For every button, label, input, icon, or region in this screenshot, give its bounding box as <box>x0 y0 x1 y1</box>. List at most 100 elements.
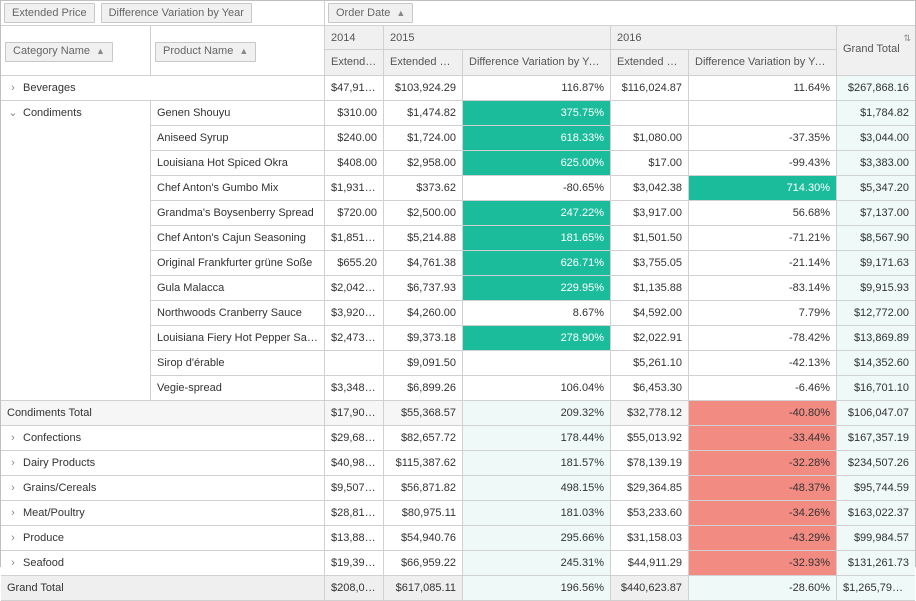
product-cell[interactable]: Chef Anton's Cajun Seasoning <box>151 226 325 251</box>
col-2016[interactable]: 2016 <box>611 26 837 50</box>
category-cell[interactable]: ›Produce <box>1 526 325 551</box>
pill-diff-variation[interactable]: Difference Variation by Year <box>101 3 252 23</box>
val: $3,755.05 <box>611 251 689 276</box>
category-cell[interactable]: ⌄ Condiments <box>1 101 151 401</box>
val: 245.31% <box>463 551 611 576</box>
table-row: Sirop d'érable$9,091.50$5,261.10-42.13%$… <box>151 351 915 376</box>
col-grand-total-label: Grand Total <box>843 43 900 55</box>
product-cell[interactable]: Vegie-spread <box>151 376 325 401</box>
row-seafood: ›Seafood$19,391.22$66,959.22245.31%$44,9… <box>1 551 915 576</box>
val <box>611 101 689 126</box>
col-2016-diff[interactable]: Difference Variation by Year <box>689 50 837 76</box>
expand-icon[interactable]: › <box>7 479 19 497</box>
row-field-product[interactable]: Product Name ▲ <box>151 26 325 76</box>
val-gt: $131,261.73 <box>837 551 915 576</box>
category-cell[interactable]: ›Grains/Cereals <box>1 476 325 501</box>
val-gt: $7,137.00 <box>837 201 915 226</box>
val-gt: $1,784.82 <box>837 101 915 126</box>
product-cell[interactable]: Louisiana Hot Spiced Okra <box>151 151 325 176</box>
product-cell[interactable]: Gula Malacca <box>151 276 325 301</box>
category-cell[interactable]: ›Seafood <box>1 551 325 576</box>
table-row: Vegie-spread$3,348.54$6,899.26106.04%$6,… <box>151 376 915 401</box>
val: $28,813.66 <box>325 501 384 526</box>
expand-icon[interactable]: › <box>7 454 19 472</box>
val: -6.46% <box>689 376 837 401</box>
table-row: Chef Anton's Cajun Seasoning$1,851.52$5,… <box>151 226 915 251</box>
col-2016-ext[interactable]: Extended Price <box>611 50 689 76</box>
val: $4,761.38 <box>384 251 463 276</box>
val: -28.60% <box>689 576 837 601</box>
val: -42.13% <box>689 351 837 376</box>
pill-order-date[interactable]: Order Date ▲ <box>328 3 413 23</box>
val: $373.62 <box>384 176 463 201</box>
val: $1,501.50 <box>611 226 689 251</box>
column-field-drop[interactable]: Order Date ▲ <box>325 1 915 26</box>
filter-icon[interactable]: ⇅ <box>903 31 911 45</box>
collapse-icon[interactable]: ⌄ <box>7 104 19 122</box>
col-2015-ext[interactable]: Extended Price <box>384 50 463 76</box>
col-2015-diff[interactable]: Difference Variation by Year <box>463 50 611 76</box>
val-gt: $3,383.00 <box>837 151 915 176</box>
val: -43.29% <box>689 526 837 551</box>
category-cell[interactable]: ›Dairy Products <box>1 451 325 476</box>
expand-icon[interactable]: › <box>7 79 19 97</box>
val-gt: $163,022.37 <box>837 501 915 526</box>
product-cell[interactable]: Chef Anton's Gumbo Mix <box>151 176 325 201</box>
expand-icon[interactable]: › <box>7 429 19 447</box>
val: $2,500.00 <box>384 201 463 226</box>
other-categories: ›Confections$29,685.55$82,657.72178.44%$… <box>1 426 915 576</box>
category-cell[interactable]: ›Confections <box>1 426 325 451</box>
val-gt: $9,171.63 <box>837 251 915 276</box>
product-cell[interactable]: Aniseed Syrup <box>151 126 325 151</box>
val-gt: $14,352.60 <box>837 351 915 376</box>
col-2015[interactable]: 2015 <box>384 26 611 50</box>
val-gt: $99,984.57 <box>837 526 915 551</box>
category-cell[interactable]: ›Beverages <box>1 76 325 101</box>
expand-icon[interactable]: › <box>7 554 19 572</box>
val: $55,013.92 <box>611 426 689 451</box>
val: $3,348.54 <box>325 376 384 401</box>
val: 181.57% <box>463 451 611 476</box>
val: $2,042.12 <box>325 276 384 301</box>
product-cell[interactable]: Northwoods Cranberry Sauce <box>151 301 325 326</box>
val: 229.95% <box>463 276 611 301</box>
col-2014-ext[interactable]: Extended Price <box>325 50 384 76</box>
val: $2,958.00 <box>384 151 463 176</box>
val-gt: $8,567.90 <box>837 226 915 251</box>
val-gt: $5,347.20 <box>837 176 915 201</box>
val-gt: $106,047.07 <box>837 401 915 426</box>
val: $103,924.29 <box>384 76 463 101</box>
val: $55,368.57 <box>384 401 463 426</box>
row-meat: ›Meat/Poultry$28,813.66$80,975.11181.03%… <box>1 501 915 526</box>
category-cell[interactable]: ›Meat/Poultry <box>1 501 325 526</box>
condiments-products: Genen Shouyu$310.00$1,474.82375.75%$1,78… <box>151 101 915 401</box>
val: 618.33% <box>463 126 611 151</box>
sort-asc-icon: ▲ <box>96 44 105 59</box>
product-cell[interactable]: Grandma's Boysenberry Spread <box>151 201 325 226</box>
product-cell[interactable]: Original Frankfurter grüne Soße <box>151 251 325 276</box>
val: $115,387.62 <box>384 451 463 476</box>
val: -80.65% <box>463 176 611 201</box>
category-label: Condiments <box>23 107 82 119</box>
col-2014[interactable]: 2014 <box>325 26 384 50</box>
product-cell[interactable]: Louisiana Fiery Hot Pepper Sauce <box>151 326 325 351</box>
row-field-category[interactable]: Category Name ▲ <box>1 26 151 76</box>
expand-icon[interactable]: › <box>7 504 19 522</box>
val: $4,260.00 <box>384 301 463 326</box>
val: -33.44% <box>689 426 837 451</box>
pill-extended-price[interactable]: Extended Price <box>4 3 95 23</box>
pill-product-name[interactable]: Product Name ▲ <box>155 42 256 62</box>
val: $6,899.26 <box>384 376 463 401</box>
col-grand-total[interactable]: ⇅ Grand Total <box>837 26 915 76</box>
product-cell[interactable]: Genen Shouyu <box>151 101 325 126</box>
table-row: Grandma's Boysenberry Spread$720.00$2,50… <box>151 201 915 226</box>
table-row: Louisiana Hot Spiced Okra$408.00$2,958.0… <box>151 151 915 176</box>
data-field-drop[interactable]: Extended Price Difference Variation by Y… <box>1 1 325 26</box>
expand-icon[interactable]: › <box>7 529 19 547</box>
product-cell[interactable]: Sirop d'érable <box>151 351 325 376</box>
val: $2,022.91 <box>611 326 689 351</box>
val: $19,391.22 <box>325 551 384 576</box>
pill-category-name[interactable]: Category Name ▲ <box>5 42 113 62</box>
val: 181.03% <box>463 501 611 526</box>
row-confections: ›Confections$29,685.55$82,657.72178.44%$… <box>1 426 915 451</box>
